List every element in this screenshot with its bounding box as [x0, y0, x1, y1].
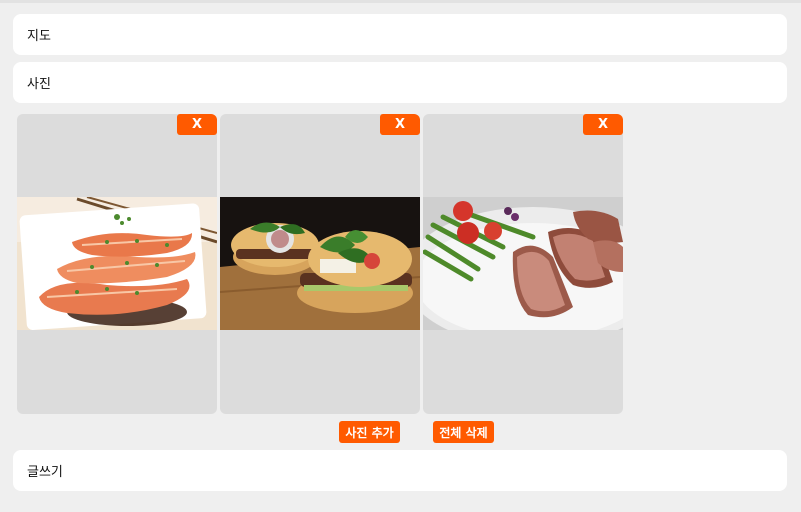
photo-card-burgers: X	[220, 114, 420, 414]
salmon-photo	[17, 197, 217, 330]
write-section-label: 글쓰기	[27, 465, 63, 480]
remove-photo-burgers-button[interactable]: X	[380, 114, 420, 135]
photo-section-bar[interactable]: 사진	[13, 62, 787, 103]
write-section-bar[interactable]: 글쓰기	[13, 450, 787, 491]
add-photo-button[interactable]: 사진 추가	[339, 421, 400, 443]
burgers-photo	[220, 197, 420, 330]
delete-all-photos-button[interactable]: 전체 삭제	[433, 421, 494, 443]
remove-photo-steak-button[interactable]: X	[583, 114, 623, 135]
photo-section-label: 사진	[27, 77, 51, 92]
top-divider	[0, 0, 801, 3]
photo-gallery: X X X	[17, 114, 623, 414]
photo-card-steak: X	[423, 114, 623, 414]
steak-photo	[423, 197, 623, 330]
photo-actions: 사진 추가 전체 삭제	[0, 421, 801, 443]
remove-photo-salmon-button[interactable]: X	[177, 114, 217, 135]
map-section-bar[interactable]: 지도	[13, 14, 787, 55]
photo-card-salmon: X	[17, 114, 217, 414]
map-section-label: 지도	[27, 29, 51, 44]
